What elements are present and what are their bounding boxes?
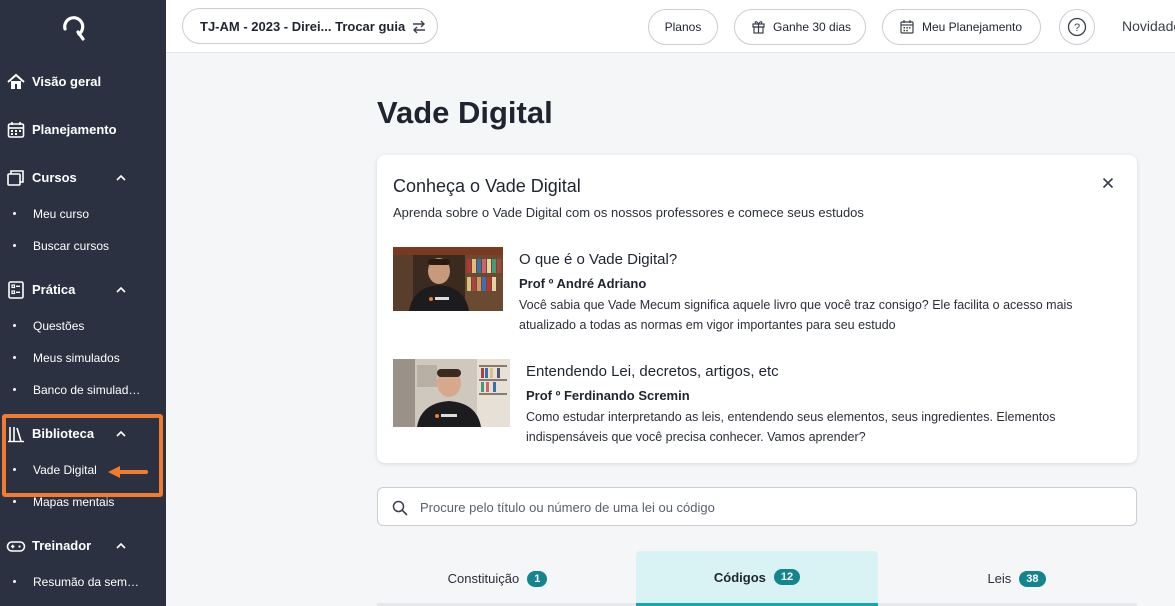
sidebar-subitem-label: Buscar cursos [33,239,110,253]
sidebar-subitem-banco-simulados[interactable]: Banco de simulados [0,379,166,401]
video-thumbnail[interactable] [393,359,510,427]
planos-button[interactable]: Planos [648,9,718,45]
video-description: Você sabia que Vade Mecum significa aque… [519,298,1073,332]
bullet-icon [13,500,16,503]
bullet-icon [13,356,16,359]
sidebar-item-planejamento[interactable]: Planejamento [0,118,166,142]
sidebar-subitem-questoes[interactable]: Questões [0,315,166,337]
sidebar-subitem-buscar-cursos[interactable]: Buscar cursos [0,235,166,257]
card-subtitle: Aprenda sobre o Vade Digital com os noss… [393,205,864,220]
card-title: Conheça o Vade Digital [393,176,581,196]
meu-planejamento-button[interactable]: Meu Planejamento [882,9,1041,45]
sidebar-subitem-label: Meus simulados [33,351,120,365]
sidebar-item-label: Cursos [32,170,77,185]
sidebar-subitem-label: Mapas mentais [33,495,115,509]
search-icon [392,500,408,516]
tab-label: Constituição [447,571,520,586]
sidebar-item-label: Planejamento [32,122,117,137]
tab-constituicao[interactable]: Constituição 1 [377,551,618,606]
help-glyph: ? [1074,22,1080,34]
meu-planejamento-label: Meu Planejamento [922,20,1023,34]
tab-leis[interactable]: Leis 38 [896,551,1137,606]
count-badge: 1 [527,570,548,587]
gift-icon [752,21,765,34]
bullet-icon [13,324,16,327]
calendar-icon [900,20,914,34]
tab-label: Códigos [713,569,766,585]
app-logo-icon[interactable] [59,12,89,42]
sidebar-item-label: Visão geral [32,74,102,89]
search-bar[interactable] [377,487,1137,526]
sidebar-item-treinador[interactable]: Treinador [0,534,166,558]
video-professor: Prof º Ferdinando Scremin [526,388,690,403]
gamepad-icon [6,541,26,552]
sidebar: Visão geral Planejamento Cursos Meu curs… [0,0,166,606]
page-title: Vade Digital [377,95,553,130]
sidebar-item-visao-geral[interactable]: Visão geral [0,70,166,94]
count-badge: 38 [1019,570,1046,587]
sidebar-item-cursos[interactable]: Cursos [0,166,166,190]
bullet-icon [13,244,16,247]
bullet-icon [13,580,16,583]
bullet-icon [13,388,16,391]
sidebar-item-pratica[interactable]: Prática [0,278,166,302]
sidebar-subitem-meus-simulados[interactable]: Meus simulados [0,347,166,369]
close-icon[interactable] [1100,175,1116,191]
intro-card: Conheça o Vade Digital Aprenda sobre o V… [377,155,1137,463]
chevron-up-icon[interactable] [114,539,128,553]
video-thumbnail-image [393,359,510,427]
video-thumbnail[interactable] [393,247,503,311]
help-icon: ? [1067,17,1087,37]
sidebar-item-label: Treinador [32,538,92,553]
bullet-icon [13,212,16,215]
ganhe-label: Ganhe 30 dias [773,20,852,34]
ganhe-30-dias-button[interactable]: Ganhe 30 dias [734,9,866,45]
chevron-up-icon[interactable] [114,171,128,185]
sidebar-subitem-label: Questões [33,319,85,333]
change-guide-button[interactable]: TJ-AM - 2023 - Direi... Trocar guia [182,8,438,44]
chevron-up-icon[interactable] [114,283,128,297]
video-title[interactable]: Entendendo Lei, decretos, artigos, etc [526,363,779,380]
help-button[interactable]: ? [1059,9,1095,45]
guide-label: TJ-AM - 2023 - Direi... Trocar guia [200,18,406,34]
practice-icon [8,281,24,299]
highlight-annotation [2,414,163,497]
sidebar-subitem-label: Meu curso [33,207,90,221]
video-title[interactable]: O que é o Vade Digital? [519,251,677,268]
sidebar-item-label: Prática [32,282,76,297]
novidades-link[interactable]: Novidades [1122,18,1175,34]
home-icon [7,73,25,89]
sidebar-subitem-meu-curso[interactable]: Meu curso [0,203,166,225]
swap-icon [413,20,425,34]
calendar-icon [7,122,25,138]
courses-icon [7,170,24,186]
video-professor: Prof º André Adriano [519,276,647,291]
sidebar-subitem-label: Resumão da semana [33,575,143,589]
sidebar-subitem-resumao[interactable]: Resumão da semana [0,571,166,593]
count-badge: 12 [773,569,801,585]
arrow-left-icon [108,466,148,478]
video-thumbnail-image [393,247,503,311]
tab-label: Leis [987,571,1012,586]
video-description: Como estudar interpretando as leis, ente… [526,410,1056,444]
sidebar-subitem-label: Banco de simulados [33,383,141,397]
tab-codigos[interactable]: Códigos 12 [636,551,878,606]
search-input[interactable] [420,496,1120,518]
top-bar: TJ-AM - 2023 - Direi... Trocar guia Plan… [166,0,1175,53]
planos-label: Planos [664,20,702,34]
